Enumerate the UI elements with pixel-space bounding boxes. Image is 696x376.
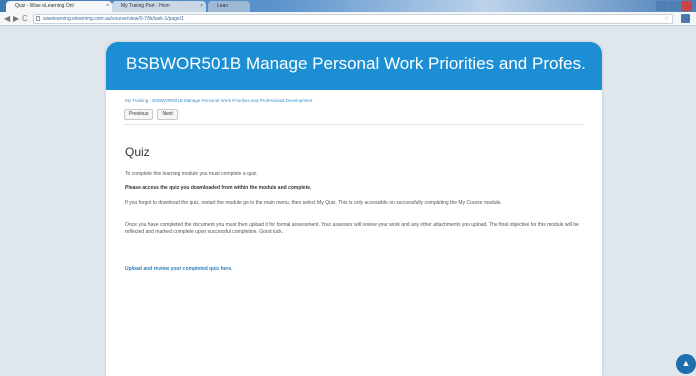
tab-label: Quiz - Wise eLearning Onl bbox=[15, 3, 74, 9]
page-title: BSBWOR501B Manage Personal Work Prioriti… bbox=[126, 54, 586, 73]
tab-training-portal[interactable]: My Trainig Port - Hom × bbox=[112, 1, 206, 12]
close-icon[interactable]: × bbox=[200, 1, 203, 11]
section-heading: Quiz bbox=[125, 145, 150, 159]
navigation-buttons: Previous Next bbox=[124, 109, 178, 120]
instruction-paragraph-bold: Please access the quiz you downloaded fr… bbox=[125, 185, 312, 191]
instruction-paragraph: To complete this learning module you mus… bbox=[125, 171, 258, 177]
next-button[interactable]: Next bbox=[157, 109, 178, 120]
back-icon[interactable]: ◀ bbox=[4, 14, 10, 24]
breadcrumb[interactable]: My Training › BSBWOR501B Manage Personal… bbox=[125, 98, 312, 103]
browser-toolbar: ◀ ▶ C wiselearning.elearning.com.au/cour… bbox=[0, 12, 696, 26]
reload-icon[interactable]: C bbox=[22, 14, 28, 24]
instruction-paragraph: Once you have completed the document you… bbox=[125, 222, 579, 235]
tab-learn[interactable]: Lean bbox=[208, 1, 250, 12]
maximize-button[interactable] bbox=[668, 1, 680, 11]
browser-menu-icon[interactable] bbox=[681, 14, 690, 23]
upload-quiz-link[interactable]: Upload and review your completed quiz he… bbox=[125, 266, 233, 272]
page-icon bbox=[36, 16, 40, 21]
close-icon[interactable]: × bbox=[106, 1, 109, 11]
scroll-to-top-button[interactable]: ▲ bbox=[676, 354, 696, 374]
tab-label: My Trainig Port - Hom bbox=[121, 3, 170, 9]
divider bbox=[124, 124, 584, 125]
tab-label: Lean bbox=[217, 3, 229, 9]
address-bar[interactable]: wiselearning.elearning.com.au/course/vie… bbox=[33, 14, 673, 24]
close-window-button[interactable] bbox=[680, 1, 692, 11]
forward-icon[interactable]: ▶ bbox=[13, 14, 19, 24]
minimize-button[interactable] bbox=[656, 1, 668, 11]
previous-button[interactable]: Previous bbox=[124, 109, 154, 120]
page-header: BSBWOR501B Manage Personal Work Prioriti… bbox=[106, 42, 602, 90]
bookmark-star-icon[interactable]: ☆ bbox=[664, 15, 669, 23]
url-text: wiselearning.elearning.com.au/course/vie… bbox=[43, 16, 184, 22]
page-container: BSBWOR501B Manage Personal Work Prioriti… bbox=[106, 42, 602, 376]
tab-quiz[interactable]: Quiz - Wise eLearning Onl × bbox=[6, 1, 112, 12]
window-controls[interactable] bbox=[656, 1, 692, 11]
instruction-paragraph: If you forgot to download the quiz, rest… bbox=[125, 200, 502, 206]
